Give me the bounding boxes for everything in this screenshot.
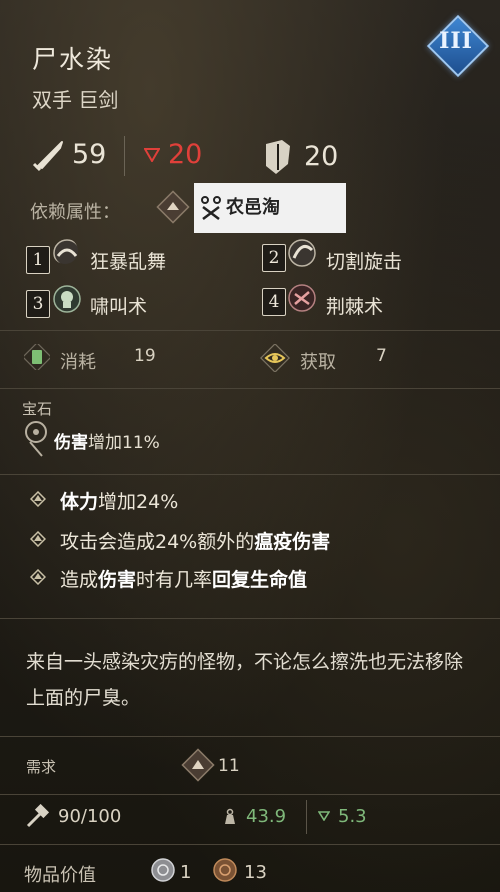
scaling-label: 依赖属性： (30, 202, 120, 223)
shield-icon (266, 140, 290, 174)
obtain-label: 获取 (300, 352, 336, 373)
item-description: 来自一头感染灾疠的怪物，不论怎么擦洗也无法移除上面的尸臭。 (26, 651, 464, 709)
howl-skill-icon (53, 285, 81, 313)
strength-attribute-icon (156, 190, 190, 224)
affix-bold: 伤害 (98, 569, 137, 591)
affix-text: 时有几率 (136, 569, 213, 591)
watermark-text: 农邑淘 (226, 197, 280, 218)
affix-bullet-icon (30, 531, 46, 547)
weight-delta-arrow-icon (318, 811, 330, 821)
damage-value: 59 (72, 139, 107, 170)
affix-line: 攻击会造成24%额外的瘟疫伤害 (60, 527, 330, 554)
section-divider (0, 618, 500, 619)
silver-coin-count: 1 (180, 862, 192, 883)
section-divider (0, 388, 500, 389)
affix-bullet-icon (30, 491, 46, 507)
item-value-label: 物品价值 (24, 865, 96, 886)
affix-text: 攻击会造成24%额外的 (60, 531, 255, 553)
section-divider (0, 330, 500, 331)
section-divider (0, 736, 500, 737)
skill-slot-number: 3 (26, 290, 50, 318)
cut-spin-skill-icon (288, 239, 316, 267)
block-value: 20 (304, 141, 339, 172)
hammer-durability-icon (26, 804, 50, 828)
affix-bold: 瘟疫伤害 (254, 531, 331, 553)
affix-text: 造成 (60, 569, 99, 591)
section-divider (0, 474, 500, 475)
stat-divider (306, 800, 307, 834)
item-name: 尸水染 (32, 45, 114, 74)
weight-value: 43.9 (246, 806, 287, 827)
skill-name[interactable]: 切割旋击 (326, 247, 402, 274)
consume-icon (24, 344, 50, 370)
sword-icon (32, 141, 63, 172)
poise-value: 20 (168, 139, 203, 170)
requirements-label: 需求 (26, 758, 57, 776)
obtain-value: 7 (376, 346, 387, 366)
thorns-skill-icon (288, 284, 316, 312)
gem-effect-bold: 伤害 (54, 433, 88, 453)
obtain-icon (260, 344, 290, 372)
gem-skull-icon (25, 421, 47, 457)
tier-emblem: III (426, 14, 490, 78)
durability-value: 90/100 (58, 806, 122, 827)
skill-name[interactable]: 啸叫术 (90, 292, 147, 319)
requirement-value: 11 (218, 756, 240, 776)
poise-arrow-icon (144, 148, 160, 162)
watermark-overlay: 农邑淘 (194, 183, 346, 233)
skill-slot-number: 2 (262, 244, 286, 272)
section-divider (0, 844, 500, 845)
item-type: 双手 巨剑 (32, 88, 119, 112)
consume-value: 19 (134, 346, 156, 366)
tier-label: III (439, 28, 473, 54)
weight-delta-value: 5.3 (338, 806, 367, 827)
consume-label: 消耗 (60, 352, 96, 373)
affix-bold: 体力 (60, 491, 99, 513)
bronze-coin-count: 13 (244, 862, 267, 883)
gem-effect: 伤害增加11% (54, 428, 160, 453)
skill-slot-number: 4 (262, 288, 286, 316)
skill-name[interactable]: 荆棘术 (326, 292, 383, 319)
weight-icon (225, 808, 235, 824)
skill-name[interactable]: 狂暴乱舞 (90, 247, 166, 274)
affix-line: 造成伤害时有几率回复生命值 (60, 565, 307, 592)
stat-divider (124, 136, 125, 176)
strength-requirement-icon (181, 748, 215, 782)
affix-text: 增加24% (98, 491, 179, 513)
frenzy-skill-icon (53, 239, 78, 264)
bronze-coin-icon (213, 858, 237, 882)
watermark-logo-icon (201, 196, 221, 220)
section-divider (0, 794, 500, 795)
silver-coin-icon (151, 858, 175, 882)
affix-bullet-icon (30, 569, 46, 585)
gem-effect-rest: 增加11% (88, 433, 160, 453)
skill-slot-number: 1 (26, 246, 50, 274)
affix-bold: 回复生命值 (212, 569, 308, 591)
affix-line: 体力增加24% (60, 487, 178, 514)
